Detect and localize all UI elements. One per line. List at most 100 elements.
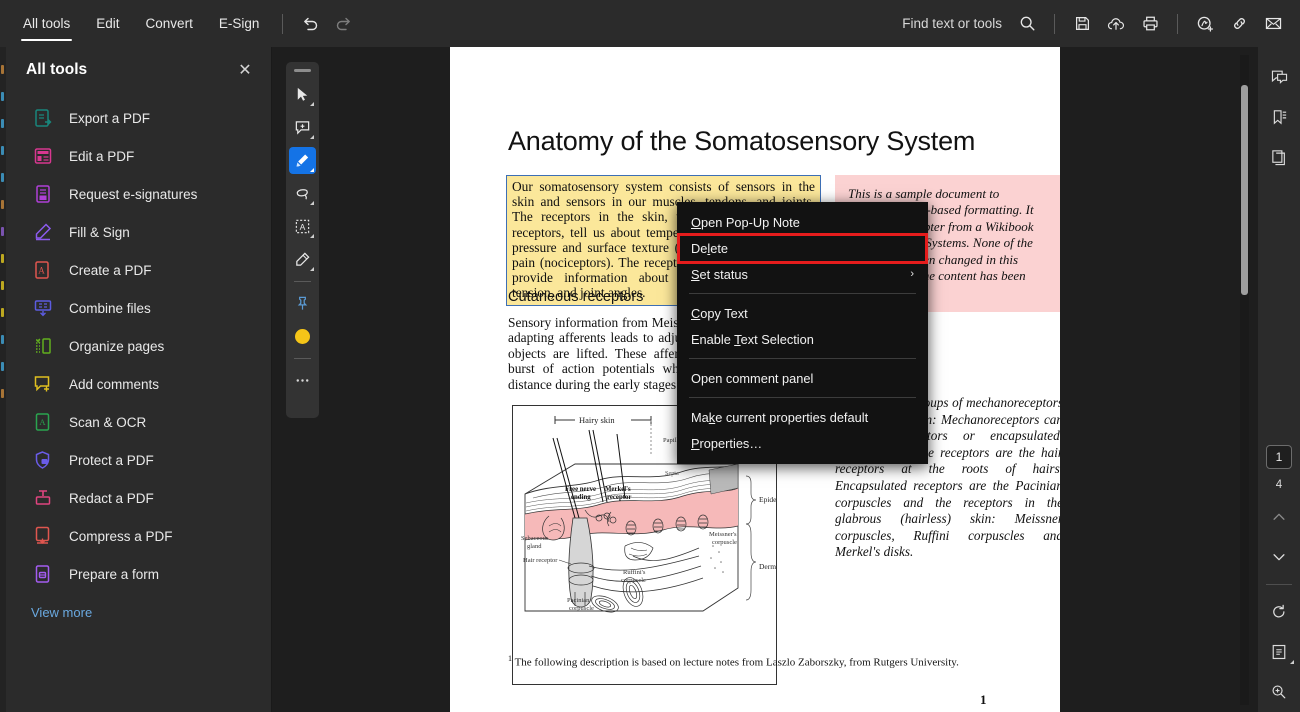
right-rail: 1 4 xyxy=(1258,47,1300,712)
print-icon[interactable] xyxy=(1133,7,1167,41)
email-icon[interactable] xyxy=(1256,7,1290,41)
top-nav: All tools Edit Convert E-Sign xyxy=(0,0,361,47)
menu-item-set-status[interactable]: Set status › xyxy=(677,261,928,287)
rail-color-sliver xyxy=(1,119,4,128)
tool-item-export-a-pdf[interactable]: Export a PDF xyxy=(6,99,271,137)
tool-item-redact-a-pdf[interactable]: Redact a PDF xyxy=(6,479,271,517)
menu-item-label: Open Pop-Up Note xyxy=(691,214,800,230)
chevron-right-icon: › xyxy=(910,268,914,280)
section-heading: Cutaneous receptors xyxy=(508,289,644,305)
undo-icon[interactable] xyxy=(293,7,327,41)
tool-item-label: Edit a PDF xyxy=(69,148,135,164)
menu-item-open-pop-up-note[interactable]: Open Pop-Up Note xyxy=(677,209,928,235)
highlight-tool-icon[interactable] xyxy=(289,147,316,174)
tab-esign[interactable]: E-Sign xyxy=(206,0,273,47)
tool-item-protect-a-pdf[interactable]: Protect a PDF xyxy=(6,441,271,479)
document-title: Anatomy of the Somatosensory System xyxy=(508,126,976,156)
menu-item-copy-text[interactable]: Copy Text xyxy=(677,300,928,326)
chevron-down-icon xyxy=(310,168,314,172)
tab-convert[interactable]: Convert xyxy=(133,0,206,47)
tool-icon xyxy=(31,334,55,358)
tool-item-compress-a-pdf[interactable]: Compress a PDF xyxy=(6,517,271,555)
view-more-link[interactable]: View more xyxy=(6,593,271,620)
svg-text:Merkel's: Merkel's xyxy=(605,486,631,493)
svg-text:Pacinian: Pacinian xyxy=(567,597,590,604)
quick-tools-rail: A xyxy=(286,62,319,418)
document-scrollbar[interactable] xyxy=(1240,55,1249,705)
draw-tool-icon[interactable] xyxy=(289,246,316,273)
search-icon[interactable] xyxy=(1010,7,1044,41)
next-page-button[interactable] xyxy=(1258,537,1300,577)
lasso-tool-icon[interactable] xyxy=(289,180,316,207)
scrollbar-thumb[interactable] xyxy=(1241,85,1248,295)
tool-icon xyxy=(31,182,55,206)
tool-icon xyxy=(31,562,55,586)
text-select-tool-icon[interactable]: A xyxy=(289,213,316,240)
tool-item-combine-files[interactable]: Combine files xyxy=(6,289,271,327)
menu-item-delete[interactable]: Delete xyxy=(677,235,928,261)
tool-item-label: Organize pages xyxy=(69,338,165,354)
zoom-in-icon[interactable] xyxy=(1258,672,1300,712)
tool-item-prepare-a-form[interactable]: Prepare a form xyxy=(6,555,271,593)
previous-page-button[interactable] xyxy=(1258,497,1300,537)
upload-cloud-icon[interactable] xyxy=(1099,7,1133,41)
all-tools-header: All tools ✕ xyxy=(6,47,271,93)
tool-item-label: Request e-signatures xyxy=(69,186,198,202)
menu-item-enable-text-selection[interactable]: Enable Text Selection xyxy=(677,326,928,352)
menu-item-label: Make current properties default xyxy=(691,409,869,425)
save-icon[interactable] xyxy=(1065,7,1099,41)
current-page-field[interactable]: 1 xyxy=(1266,445,1292,469)
tool-item-add-comments[interactable]: Add comments xyxy=(6,365,271,403)
toolbar-divider-3 xyxy=(1177,13,1178,34)
drag-handle[interactable] xyxy=(294,69,311,72)
page-number-label: 1 xyxy=(980,692,987,707)
tool-item-edit-a-pdf[interactable]: Edit a PDF xyxy=(6,137,271,175)
rail-color-sliver xyxy=(1,146,4,155)
menu-item-open-comment-panel[interactable]: Open comment panel xyxy=(677,365,928,391)
chevron-down-icon xyxy=(310,201,314,205)
comment-panel-icon[interactable] xyxy=(1258,57,1300,97)
rail-color-sliver xyxy=(1,92,4,101)
menu-item-make-current-properties-default[interactable]: Make current properties default xyxy=(677,404,928,430)
color-swatch[interactable] xyxy=(289,323,316,350)
tool-item-label: Create a PDF xyxy=(69,262,152,278)
tool-item-organize-pages[interactable]: Organize pages xyxy=(6,327,271,365)
footnote: 1 The following description is based on … xyxy=(508,654,1008,669)
tool-item-create-a-pdf[interactable]: A Create a PDF xyxy=(6,251,271,289)
tool-icon xyxy=(31,486,55,510)
request-signature-icon[interactable] xyxy=(1188,7,1222,41)
svg-text:A: A xyxy=(38,266,45,276)
more-tools-icon[interactable] xyxy=(289,367,316,394)
menu-item-label: Properties… xyxy=(691,435,763,451)
redo-icon[interactable] xyxy=(327,7,361,41)
total-pages-label: 4 xyxy=(1275,479,1283,491)
menu-separator xyxy=(689,397,916,398)
menu-item-label: Enable Text Selection xyxy=(691,331,814,347)
tool-item-request-e-signatures[interactable]: Request e-signatures xyxy=(6,175,271,213)
footnote-text: The following description is based on le… xyxy=(514,656,959,669)
add-comment-tool-icon[interactable] xyxy=(289,114,316,141)
chevron-down-icon xyxy=(310,102,314,106)
menu-separator xyxy=(689,293,916,294)
tool-item-scan-ocr[interactable]: A Scan & OCR xyxy=(6,403,271,441)
svg-text:Dermis: Dermis xyxy=(759,562,776,571)
tab-all-tools[interactable]: All tools xyxy=(10,0,83,47)
rotate-icon[interactable] xyxy=(1258,592,1300,632)
page-thumbnails-icon[interactable] xyxy=(1258,137,1300,177)
close-icon[interactable]: ✕ xyxy=(233,58,257,82)
menu-item-properties[interactable]: Properties… xyxy=(677,430,928,456)
svg-text:ending: ending xyxy=(571,494,591,501)
svg-text:Meissner's: Meissner's xyxy=(709,531,737,538)
select-tool-icon[interactable] xyxy=(289,81,316,108)
tool-item-label: Add comments xyxy=(69,376,160,392)
tab-convert-label: Convert xyxy=(145,16,193,31)
svg-text:Hairy skin: Hairy skin xyxy=(579,415,615,425)
tab-edit[interactable]: Edit xyxy=(83,0,132,47)
svg-text:corpuscle: corpuscle xyxy=(712,539,737,546)
share-link-icon[interactable] xyxy=(1222,7,1256,41)
fit-page-icon[interactable] xyxy=(1258,632,1300,672)
chevron-down-icon xyxy=(310,234,314,238)
bookmarks-icon[interactable] xyxy=(1258,97,1300,137)
pin-tool-icon[interactable] xyxy=(289,290,316,317)
tool-item-fill-sign[interactable]: Fill & Sign xyxy=(6,213,271,251)
